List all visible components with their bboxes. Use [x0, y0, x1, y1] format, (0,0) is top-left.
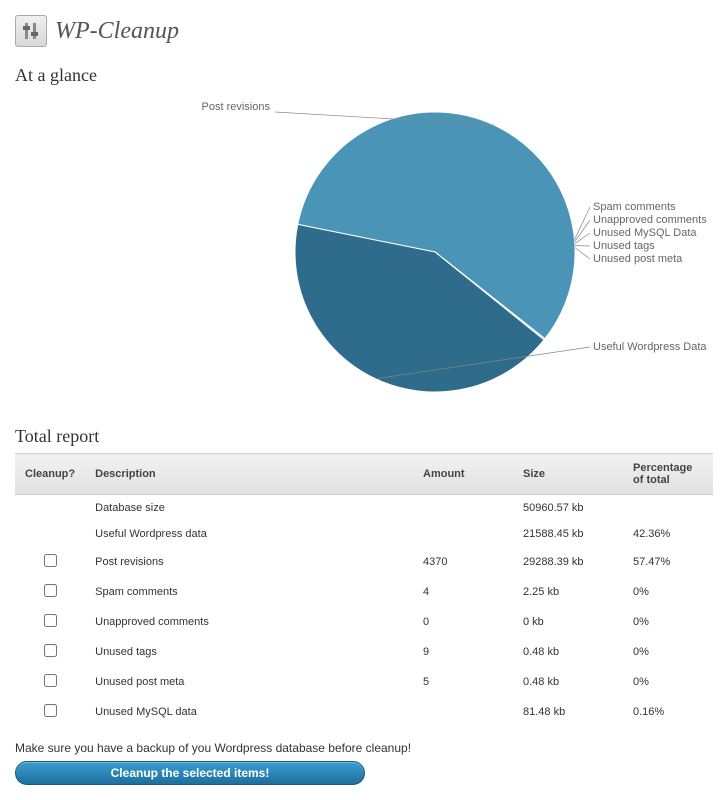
page-header: WP-Cleanup	[15, 15, 713, 47]
cell-cleanup	[15, 607, 85, 637]
plugin-icon	[15, 15, 47, 47]
table-row: Unused MySQL data 81.48 kb0.16%	[15, 697, 713, 727]
table-row: Useful Wordpress data 21588.45 kb42.36%	[15, 521, 713, 547]
cell-amount: 4370	[413, 547, 513, 577]
table-row: Unapproved comments00 kb0%	[15, 607, 713, 637]
table-row: Database size 50960.57 kb	[15, 495, 713, 522]
cell-amount: 0	[413, 607, 513, 637]
cell-amount	[413, 521, 513, 547]
cell-size: 21588.45 kb	[513, 521, 623, 547]
cell-description: Useful Wordpress data	[85, 521, 413, 547]
cell-size: 50960.57 kb	[513, 495, 623, 522]
cell-amount	[413, 495, 513, 522]
cell-description: Unused MySQL data	[85, 697, 413, 727]
report-table: Cleanup? Description Amount Size Percent…	[15, 453, 713, 727]
chart-label: Unapproved comments	[593, 214, 707, 226]
chart-label: Unused tags	[593, 240, 655, 252]
cell-percentage	[623, 495, 713, 522]
section-heading-report: Total report	[15, 426, 713, 447]
table-row: Unused tags90.48 kb0%	[15, 637, 713, 667]
cell-description: Unused tags	[85, 637, 413, 667]
cell-size: 0.48 kb	[513, 637, 623, 667]
pie-chart-svg: Post revisions Spam commentsUnapproved co…	[15, 92, 715, 412]
cell-cleanup	[15, 495, 85, 522]
cell-cleanup	[15, 577, 85, 607]
cell-percentage: 42.36%	[623, 521, 713, 547]
cell-amount: 5	[413, 667, 513, 697]
cell-description: Database size	[85, 495, 413, 522]
cell-percentage: 0%	[623, 667, 713, 697]
cell-percentage: 0%	[623, 637, 713, 667]
cell-size: 0 kb	[513, 607, 623, 637]
sliders-icon	[21, 21, 41, 41]
cell-size: 29288.39 kb	[513, 547, 623, 577]
cell-cleanup	[15, 521, 85, 547]
col-description: Description	[85, 454, 413, 495]
table-row: Post revisions437029288.39 kb57.47%	[15, 547, 713, 577]
cell-percentage: 0.16%	[623, 697, 713, 727]
cell-description: Unapproved comments	[85, 607, 413, 637]
cell-description: Unused post meta	[85, 667, 413, 697]
cell-percentage: 0%	[623, 607, 713, 637]
col-size: Size	[513, 454, 623, 495]
cell-amount: 4	[413, 577, 513, 607]
cell-size: 2.25 kb	[513, 577, 623, 607]
table-row: Spam comments42.25 kb0%	[15, 577, 713, 607]
pie-chart: Post revisions Spam commentsUnapproved co…	[15, 92, 713, 412]
cell-amount: 9	[413, 637, 513, 667]
chart-label: Unused post meta	[593, 253, 683, 265]
cell-cleanup	[15, 697, 85, 727]
cell-description: Spam comments	[85, 577, 413, 607]
col-amount: Amount	[413, 454, 513, 495]
cell-size: 0.48 kb	[513, 667, 623, 697]
cell-percentage: 57.47%	[623, 547, 713, 577]
cell-cleanup	[15, 547, 85, 577]
chart-label: Unused MySQL Data	[593, 227, 697, 239]
cleanup-checkbox[interactable]	[44, 554, 57, 567]
cleanup-button[interactable]: Cleanup the selected items!	[15, 761, 365, 785]
col-cleanup: Cleanup?	[15, 454, 85, 495]
col-percentage: Percentage of total	[623, 454, 713, 495]
chart-label: Post revisions	[202, 101, 271, 113]
cleanup-checkbox[interactable]	[44, 644, 57, 657]
chart-label: Useful Wordpress Data	[593, 341, 707, 353]
page-title: WP-Cleanup	[55, 18, 179, 45]
cleanup-checkbox[interactable]	[44, 704, 57, 717]
cell-percentage: 0%	[623, 577, 713, 607]
chart-label: Spam comments	[593, 201, 676, 213]
cell-cleanup	[15, 667, 85, 697]
cell-amount	[413, 697, 513, 727]
table-row: Unused post meta50.48 kb0%	[15, 667, 713, 697]
section-heading-glance: At a glance	[15, 65, 713, 86]
backup-warning: Make sure you have a backup of you Wordp…	[15, 741, 713, 755]
cell-description: Post revisions	[85, 547, 413, 577]
cleanup-checkbox[interactable]	[44, 584, 57, 597]
cleanup-checkbox[interactable]	[44, 614, 57, 627]
cell-cleanup	[15, 637, 85, 667]
cell-size: 81.48 kb	[513, 697, 623, 727]
cleanup-checkbox[interactable]	[44, 674, 57, 687]
